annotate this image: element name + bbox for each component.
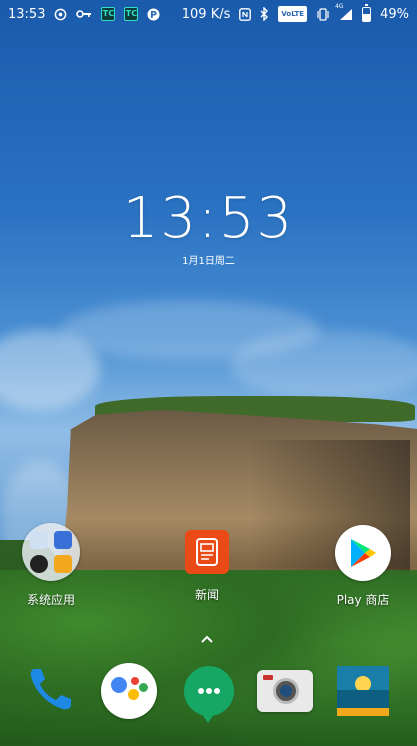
news-icon — [185, 530, 229, 574]
network-speed: 109 K/s — [181, 6, 231, 22]
clock-date[interactable]: 1月1日周二 — [0, 252, 417, 267]
tc-app-icon: TC — [101, 7, 116, 21]
dock-gallery[interactable] — [334, 662, 392, 720]
hangouts-icon — [184, 666, 234, 723]
dock-hangouts[interactable] — [180, 662, 238, 723]
key-icon — [76, 7, 92, 21]
app-drawer-chevron-icon[interactable] — [200, 629, 214, 643]
app-play-store[interactable]: Play 商店 — [318, 525, 408, 608]
clock-time[interactable]: 13:53 — [0, 186, 417, 251]
netease-music-icon — [54, 7, 67, 21]
phone-icon — [25, 663, 77, 719]
status-bar: 13:53 TC TC P 109 K/s VoLTE 4G 49% — [0, 0, 417, 28]
signal-label: 4G — [335, 3, 344, 10]
vibrate-icon — [316, 7, 330, 21]
camera-icon — [257, 670, 313, 712]
dock-phone[interactable] — [22, 662, 80, 720]
cloud — [230, 330, 417, 400]
app-system-folder[interactable]: 系统应用 — [6, 523, 96, 608]
bluetooth-icon — [260, 7, 269, 21]
app-label: 新闻 — [194, 588, 219, 602]
dock-assistant[interactable] — [100, 662, 158, 720]
dock-camera[interactable] — [256, 662, 314, 720]
google-assistant-icon — [101, 663, 157, 719]
nfc-icon — [239, 7, 252, 21]
app-label: 系统应用 — [26, 593, 75, 607]
tc-app-icon: TC — [124, 7, 139, 21]
play-store-icon — [335, 525, 391, 581]
battery-icon — [362, 3, 372, 22]
volte-badge: VoLTE — [278, 6, 308, 22]
status-time: 13:53 — [8, 6, 46, 22]
signal-icon: 4G — [335, 3, 353, 21]
svg-text:P: P — [151, 9, 158, 20]
gallery-icon — [337, 666, 389, 716]
folder-icon — [22, 523, 80, 581]
app-news[interactable]: 新闻 — [162, 530, 252, 603]
p-app-icon: P — [147, 7, 161, 21]
app-label: Play 商店 — [336, 593, 390, 607]
battery-percent: 49% — [380, 6, 409, 22]
